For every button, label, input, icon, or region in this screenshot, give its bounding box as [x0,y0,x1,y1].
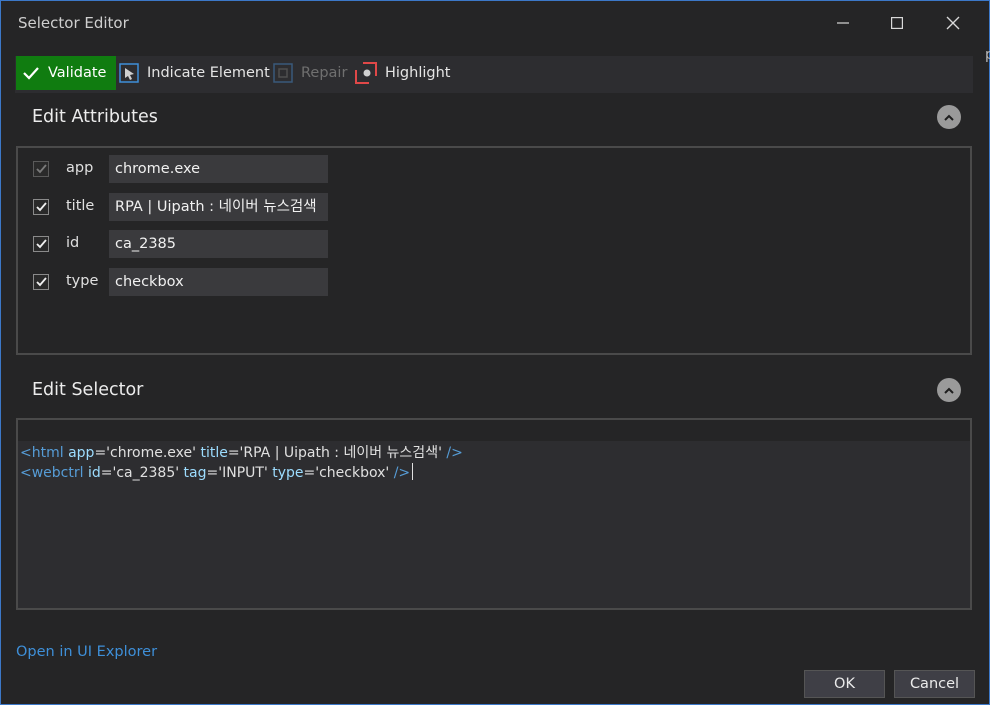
tag-close: /> [393,465,411,481]
attribute-name: title [66,198,95,214]
highlight-button[interactable]: Highlight [355,56,450,90]
maximize-button[interactable] [871,1,923,45]
minimize-button[interactable] [817,1,869,45]
selector-text-editor[interactable]: <html app='chrome.exe' title='RPA | Uipa… [16,418,972,610]
attribute-name: type [66,273,99,289]
attribute-row-id: id ca_2385 [18,230,418,258]
attribute-checkbox-title[interactable] [33,199,49,215]
open-ui-explorer-link[interactable]: Open in UI Explorer [16,644,157,660]
attr-key: tag [183,465,207,481]
attribute-checkbox-type[interactable] [33,274,49,290]
attr-value: ='ca_2385' [100,465,180,481]
attribute-name: app [66,160,94,176]
attribute-value-input[interactable]: checkbox [109,268,328,296]
validate-button[interactable]: Validate [16,56,116,90]
tag-open: <html [20,445,64,461]
attribute-row-title: title RPA | Uipath : 네이버 뉴스검색 [18,193,418,221]
selector-code: <html app='chrome.exe' title='RPA | Uipa… [20,443,463,483]
indicate-element-label: Indicate Element [147,65,270,81]
checkmark-icon [35,202,47,212]
checkmark-icon [35,239,47,249]
window-title: Selector Editor [18,14,129,32]
repair-button[interactable]: Repair [273,56,347,90]
edit-selector-title: Edit Selector [32,380,144,400]
attr-key: type [272,465,304,481]
attribute-checkbox-id[interactable] [33,236,49,252]
attr-key: app [68,445,95,461]
attributes-panel: app chrome.exe title RPA | Uipath : 네이버 … [16,146,972,355]
attribute-value-input[interactable]: ca_2385 [109,230,328,258]
toolbar: Validate Indicate Element Repair Highlig… [15,56,973,93]
title-bar: Selector Editor [1,1,989,45]
selector-line-2: <webctrl id='ca_2385' tag='INPUT' type='… [20,463,463,483]
attribute-name: id [66,235,80,251]
indicate-element-button[interactable]: Indicate Element [119,56,270,90]
collapse-attributes-button[interactable] [937,105,961,129]
editor-top-margin [18,420,970,441]
attr-value: ='chrome.exe' [94,445,196,461]
checkmark-icon [35,277,47,287]
highlight-icon [355,62,377,84]
minimize-icon [837,22,849,24]
edit-attributes-title: Edit Attributes [32,107,158,127]
collapse-selector-button[interactable] [937,378,961,402]
attribute-value-input[interactable]: RPA | Uipath : 네이버 뉴스검색 [109,193,328,221]
repair-label: Repair [301,65,348,81]
attribute-row-type: type checkbox [18,268,418,296]
attr-key: title [200,445,228,461]
attr-value: ='checkbox' [303,465,390,481]
maximize-icon [891,17,903,29]
cancel-button[interactable]: Cancel [894,670,975,698]
ok-button[interactable]: OK [804,670,885,698]
close-button[interactable] [927,1,979,45]
attr-key: id [87,465,101,481]
close-icon [946,16,960,30]
selector-line-1: <html app='chrome.exe' title='RPA | Uipa… [20,443,463,463]
tag-close: /> [446,445,463,461]
attribute-row-app: app chrome.exe [18,155,418,183]
attr-value: ='INPUT' [206,465,268,481]
indicate-cursor-icon [119,63,139,83]
validate-label: Validate [48,65,107,81]
tag-open: <webctrl [20,465,84,481]
attribute-checkbox-app[interactable] [33,161,49,177]
repair-icon [273,63,293,83]
selector-editor-window: Selector Editor p Validate Indicate Elem… [0,0,990,705]
text-caret [412,463,414,480]
highlight-label: Highlight [385,65,451,81]
chevron-up-icon [944,387,954,394]
background-window-fragment: p [985,47,990,63]
checkmark-icon [23,67,39,80]
checkmark-icon [35,164,47,174]
attr-value: ='RPA | Uipath : 네이버 뉴스검색' [227,445,442,461]
attribute-value-input[interactable]: chrome.exe [109,155,328,183]
chevron-up-icon [944,114,954,121]
